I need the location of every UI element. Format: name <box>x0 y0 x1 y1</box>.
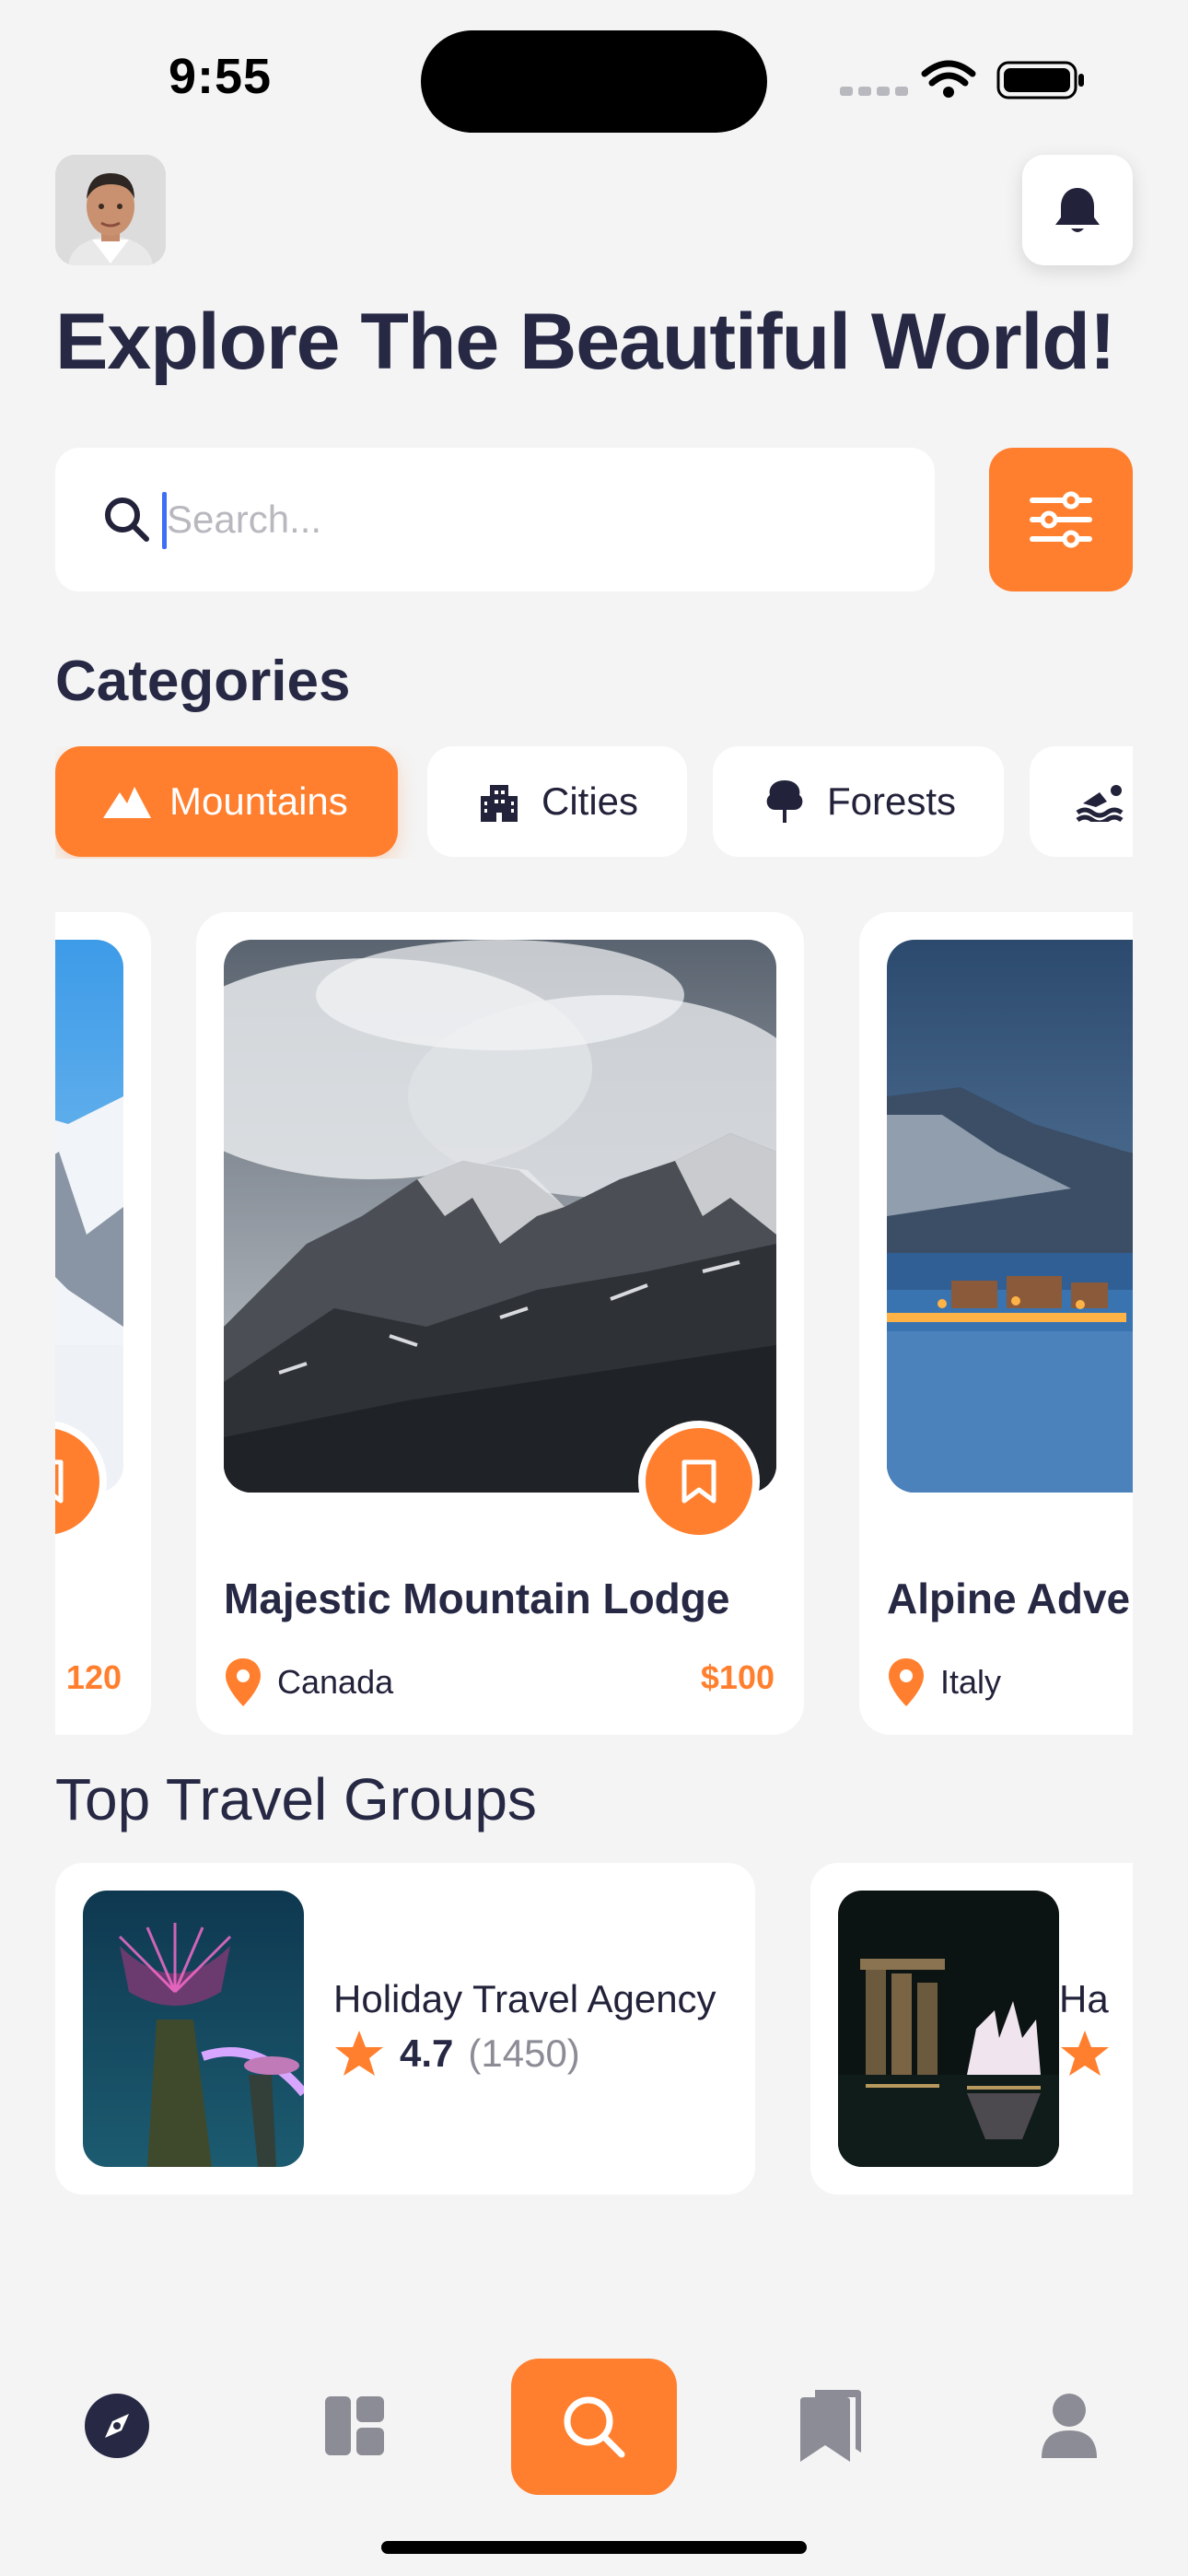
nav-explore[interactable] <box>66 2375 168 2476</box>
status-icons <box>840 60 1084 100</box>
search-input[interactable] <box>167 485 885 555</box>
battery-icon <box>996 61 1084 100</box>
place-price: 120 <box>65 1658 122 1696</box>
location-label: Canada <box>277 1663 394 1701</box>
signal-icon <box>840 87 908 96</box>
places-carousel[interactable]: 120 Majestic Mountain Lodge Canada $100 … <box>55 912 1133 1737</box>
group-name: Ha <box>1059 1977 1109 2020</box>
categories-title: Categories <box>55 650 351 713</box>
home-indicator <box>381 2541 807 2554</box>
page-title: Explore The Beautiful World! <box>55 298 1116 386</box>
bookmark-button[interactable] <box>638 1421 760 1542</box>
location-label: Italy <box>940 1663 1002 1701</box>
nav-dashboard[interactable] <box>304 2375 405 2476</box>
travel-group-card[interactable]: Ha <box>810 1863 1133 2195</box>
travel-group-card[interactable]: Holiday Travel Agency 4.7 (1450) <box>55 1863 755 2195</box>
place-card[interactable]: Majestic Mountain Lodge Canada $100 <box>196 912 804 1735</box>
nav-search[interactable] <box>511 2359 677 2495</box>
travel-groups-carousel[interactable]: Holiday Travel Agency 4.7 (1450) Ha <box>55 1863 1133 2195</box>
city-icon <box>473 776 525 827</box>
place-image <box>55 940 123 1493</box>
avatar[interactable] <box>55 155 166 265</box>
place-image <box>224 940 776 1493</box>
category-label: Mountains <box>169 779 348 823</box>
group-image <box>838 1891 1059 2167</box>
place-card[interactable]: Alpine Adve Italy <box>859 912 1133 1735</box>
travel-groups-title: Top Travel Groups <box>55 1766 537 1832</box>
user-icon <box>1042 2394 1097 2458</box>
group-rating <box>1059 2029 1111 2078</box>
category-chips: Mountains Cities Forests <box>55 746 1133 859</box>
category-chip-cities[interactable]: Cities <box>427 746 687 857</box>
category-chip-swimming[interactable] <box>1030 746 1133 857</box>
mountain-icon <box>101 776 153 827</box>
group-image <box>83 1891 304 2167</box>
search-bar[interactable] <box>55 448 935 591</box>
swimmer-icon <box>1076 776 1127 827</box>
tree-icon <box>759 776 810 827</box>
nav-bookmarks[interactable] <box>779 2375 880 2476</box>
search-icon <box>105 498 149 542</box>
place-image <box>887 940 1133 1493</box>
place-price: $100 <box>700 1658 775 1696</box>
sliders-icon <box>1030 491 1092 548</box>
place-card[interactable]: 120 <box>55 912 151 1735</box>
nav-profile[interactable] <box>1019 2375 1120 2476</box>
dashboard-icon <box>325 2396 384 2455</box>
place-location: Canada <box>224 1657 393 1708</box>
category-label: Forests <box>827 779 957 823</box>
location-pin-icon <box>889 1658 924 1706</box>
filter-button[interactable] <box>989 448 1133 591</box>
star-icon <box>335 2031 383 2076</box>
search-icon <box>564 2396 625 2458</box>
category-label: Cities <box>542 779 639 823</box>
bookmark-icon <box>55 1459 64 1504</box>
dynamic-island <box>421 30 767 133</box>
rating-value: 4.7 <box>400 2032 454 2075</box>
star-icon <box>1061 2031 1109 2076</box>
group-name: Holiday Travel Agency <box>333 1977 716 2020</box>
wifi-icon <box>921 60 976 87</box>
place-name: Alpine Adve <box>887 1575 1131 1622</box>
bookmarks-icon <box>800 2390 861 2462</box>
group-rating: 4.7 (1450) <box>333 2029 580 2078</box>
compass-icon <box>85 2394 149 2458</box>
place-name: Majestic Mountain Lodge <box>224 1575 730 1622</box>
avatar-image <box>55 155 166 265</box>
category-chip-forests[interactable]: Forests <box>713 746 1004 857</box>
category-chip-mountains[interactable]: Mountains <box>55 746 398 857</box>
rating-count: (1450) <box>468 2032 580 2075</box>
status-time: 9:55 <box>169 49 273 104</box>
bookmark-icon <box>681 1459 716 1504</box>
place-location: Italy <box>887 1657 1001 1708</box>
notifications-button[interactable] <box>1022 155 1133 265</box>
bell-icon <box>1055 188 1100 232</box>
location-pin-icon <box>226 1658 261 1706</box>
